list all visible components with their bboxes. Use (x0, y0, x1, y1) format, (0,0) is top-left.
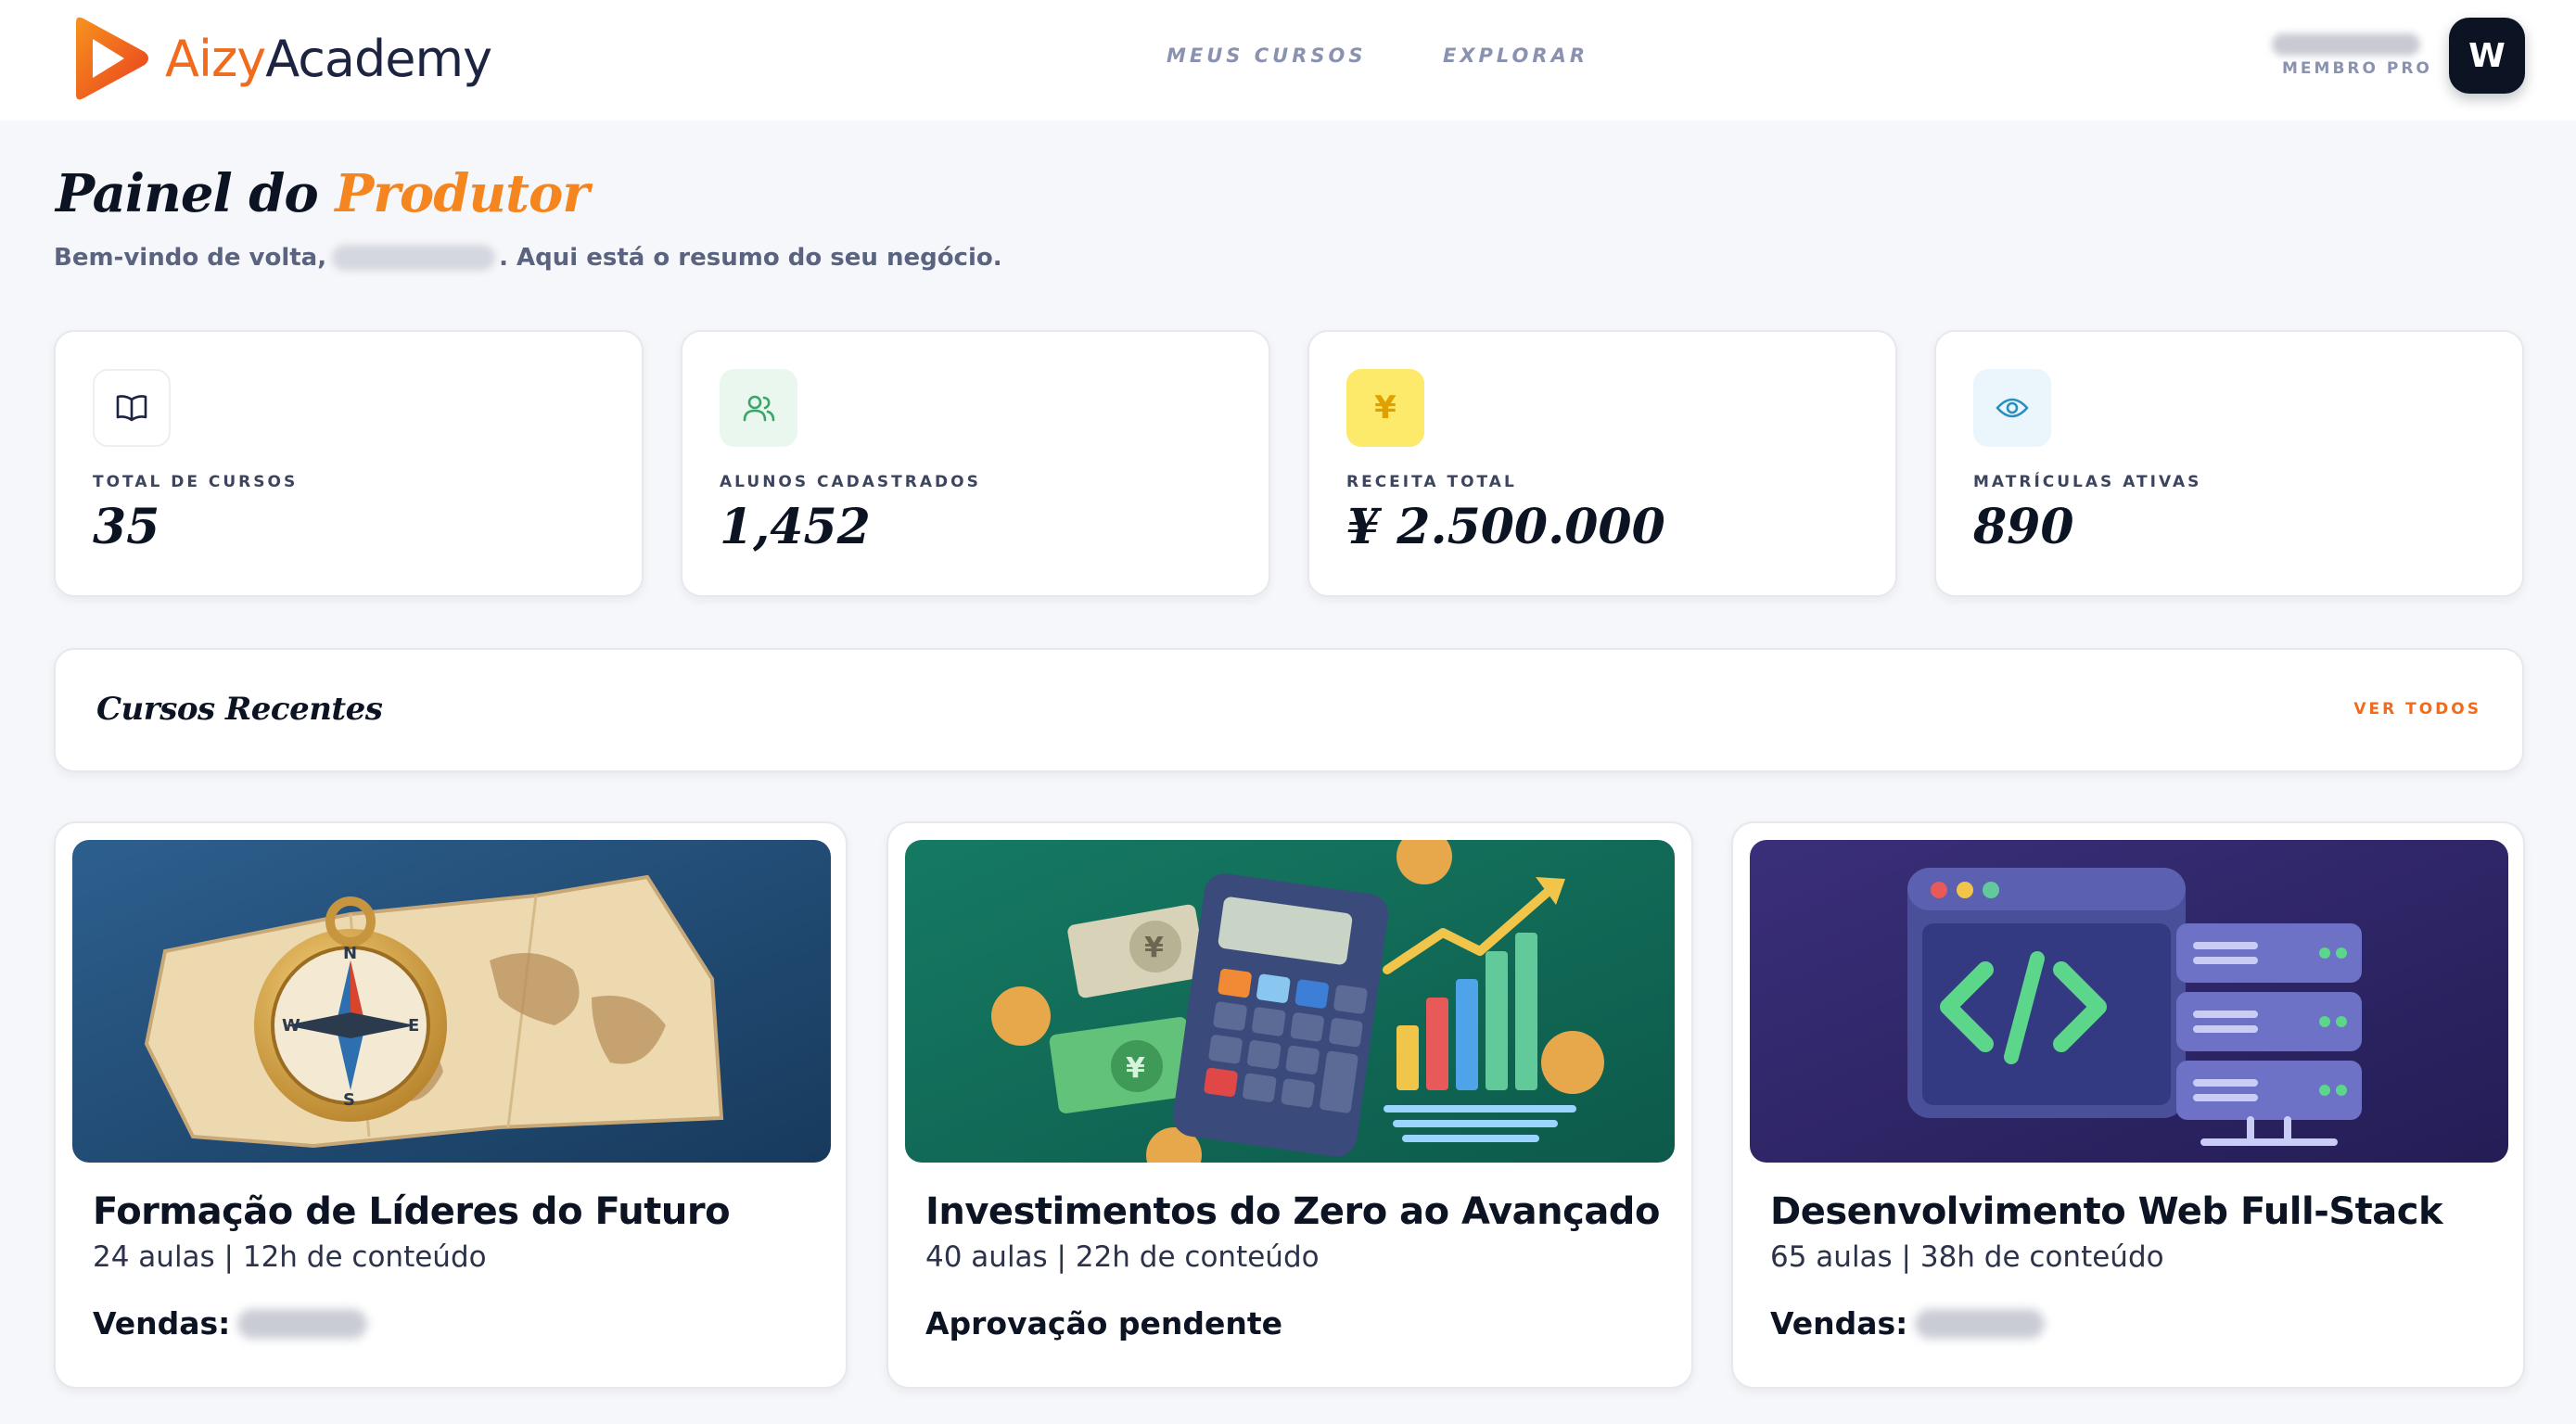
stat-label: TOTAL DE CURSOS (93, 473, 299, 491)
course-card[interactable]: Desenvolvimento Web Full-Stack 65 aulas … (1731, 821, 2525, 1389)
recent-courses-title: Cursos Recentes (96, 691, 383, 728)
stat-card-revenue: ¥ RECEITA TOTAL ¥ 2.500.000 (1307, 330, 1897, 597)
svg-text:E: E (408, 1016, 419, 1036)
svg-text:¥: ¥ (1144, 932, 1164, 964)
finance-calculator-thumbnail: ¥ ¥ (905, 840, 1675, 1163)
recent-courses-header: Cursos Recentes VER TODOS (54, 648, 2524, 772)
course-title: Formação de Líderes do Futuro (93, 1190, 731, 1233)
yen-icon: ¥ (1346, 369, 1424, 447)
welcome-prefix: Bem-vindo de volta, (54, 244, 327, 272)
sales-value-redacted (1915, 1308, 2046, 1339)
brand-name: AizyAcademy (165, 29, 492, 88)
stat-value: 35 (93, 499, 160, 555)
course-card[interactable]: ¥ ¥ Investimentos do Zero ao Avançado 40… (886, 821, 1693, 1389)
course-meta: 65 aulas | 38h de conteúdo (1770, 1240, 2164, 1274)
compass-map-thumbnail: N S W E (72, 840, 831, 1163)
stat-value: 1,452 (720, 499, 871, 555)
see-all-link[interactable]: VER TODOS (2353, 700, 2481, 718)
page-title: Painel do Produtor (56, 163, 590, 224)
brand-logo[interactable]: AizyAcademy (70, 15, 492, 102)
welcome-message: Bem-vindo de volta, . Aqui está o resumo… (54, 244, 1002, 272)
top-navigation-bar: AizyAcademy MEUS CURSOS EXPLORAR MEMBRO … (0, 0, 2576, 121)
stat-card-total-courses: TOTAL DE CURSOS 35 (54, 330, 644, 597)
stat-card-students: ALUNOS CADASTRADOS 1,452 (681, 330, 1270, 597)
page-title-part1: Painel do (56, 163, 336, 224)
course-title: Desenvolvimento Web Full-Stack (1770, 1190, 2443, 1233)
play-logo-icon (76, 17, 148, 100)
svg-text:S: S (343, 1090, 355, 1110)
course-status: Vendas: (93, 1305, 368, 1341)
svg-text:¥: ¥ (1126, 1052, 1145, 1085)
user-avatar[interactable]: W (2449, 18, 2525, 94)
brand-name-part1: Aizy (165, 29, 266, 88)
eye-icon (1973, 369, 2051, 447)
stat-label: MATRÍCULAS ATIVAS (1973, 473, 2202, 491)
book-icon (93, 369, 171, 447)
nav-explore[interactable]: EXPLORAR (1443, 44, 1588, 67)
course-status: Vendas: (1770, 1305, 2046, 1341)
course-status-label: Vendas: (1770, 1305, 1908, 1341)
stat-label: ALUNOS CADASTRADOS (720, 473, 981, 491)
users-icon (720, 369, 797, 447)
course-status-label: Aprovação pendente (925, 1305, 1283, 1341)
course-status: Aprovação pendente (925, 1305, 1282, 1341)
course-card[interactable]: N S W E Formação de Líderes do Futuro 24… (54, 821, 848, 1389)
course-meta: 40 aulas | 22h de conteúdo (925, 1240, 1320, 1274)
nav-my-courses[interactable]: MEUS CURSOS (1167, 44, 1366, 67)
svg-text:W: W (282, 1016, 300, 1036)
course-status-label: Vendas: (93, 1305, 231, 1341)
user-role: MEMBRO PRO (2282, 59, 2432, 78)
stat-card-active-enrollments: MATRÍCULAS ATIVAS 890 (1934, 330, 2524, 597)
course-title: Investimentos do Zero ao Avançado (925, 1190, 1660, 1233)
stat-value: ¥ 2.500.000 (1346, 499, 1665, 555)
brand-name-part2: Academy (265, 29, 492, 88)
welcome-suffix: . Aqui está o resumo do seu negócio. (499, 244, 1002, 272)
stat-label: RECEITA TOTAL (1346, 473, 1517, 491)
user-name-redacted (2272, 33, 2420, 56)
stat-value: 890 (1973, 499, 2074, 555)
course-meta: 24 aulas | 12h de conteúdo (93, 1240, 487, 1274)
sales-value-redacted (237, 1308, 368, 1339)
svg-text:N: N (343, 944, 357, 963)
page-title-accent: Produtor (335, 163, 590, 224)
welcome-user-name-redacted (332, 245, 496, 271)
code-server-thumbnail (1750, 840, 2508, 1163)
